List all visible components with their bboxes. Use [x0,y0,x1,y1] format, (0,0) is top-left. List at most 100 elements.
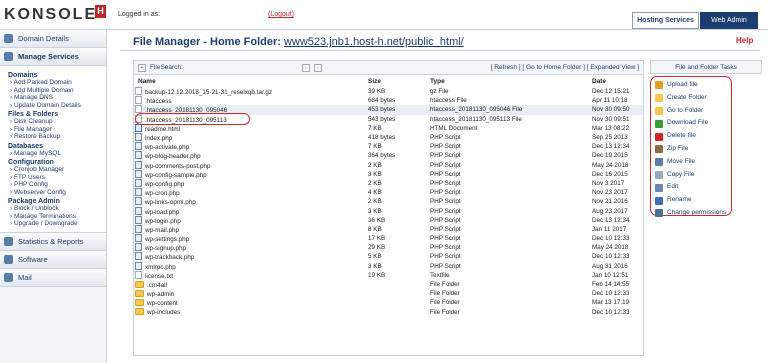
table-row[interactable]: wp-load.php 3 KB PHP Script Aug 23 2017 [134,206,643,216]
sidebar-link[interactable]: Upgrade / Downgrade [8,220,100,228]
table-row[interactable]: wp-comments-post.php 2 KB PHP Script May 24… [134,160,643,170]
task-go-to-folder[interactable]: Go to Folder [655,105,727,118]
sidebar-item-manage-services[interactable]: Manage Services [0,48,106,66]
file-name[interactable]: wp-trackback.php [134,252,364,261]
sidebar-link[interactable]: Block / Unblock [8,205,100,213]
col-type[interactable]: Type [426,75,588,87]
table-row[interactable]: wp-cron.php 4 KB PHP Script Nov 23 2017 [134,188,643,197]
sidebar-link[interactable]: File Manager [8,126,100,134]
logout-link[interactable]: (Logout) [268,11,294,18]
file-name[interactable]: wp-includes [134,308,364,317]
home-folder-link[interactable]: www523.jnb1.host-h.net/public_html/ [284,36,464,48]
file-name[interactable]: wp-activate.php [134,142,364,151]
table-row[interactable]: wp-links-opml.php 2 KB PHP Script Nov 21 20… [134,197,643,206]
file-date: Dec 10 12:33 [592,235,630,243]
task-rename[interactable]: Rename [655,194,727,207]
sidebar-link[interactable]: Add Parked Domain [8,79,100,87]
table-row[interactable]: .cm4all File Folder Feb 14 14:55 [134,280,643,289]
file-name[interactable]: .htaccess [134,96,364,105]
sidebar-link[interactable]: Update Domain Details [8,102,100,110]
file-name[interactable]: xmlrpc.php [134,261,364,271]
table-row[interactable]: wp-settings.php 17 KB PHP Script Dec 10 12:… [134,234,643,243]
tab-hosting-services[interactable]: Hosting Services [632,12,699,29]
file-name[interactable]: wp-admin [134,289,364,298]
table-row[interactable]: wp-includes File Folder Dec 10 12:33 [134,308,643,317]
table-row[interactable]: license.txt 19 KB Textfile Jan 10 12:51 [134,270,643,280]
table-row[interactable]: backup-12.12.2018_15-21-31_reselxqb.tar.… [134,87,643,96]
sidebar-link[interactable]: PHP Config [8,181,100,189]
table-row[interactable]: wp-admin File Folder Dec 10 12:33 [134,289,643,298]
file-name[interactable]: backup-12.12.2018_15-21-31_reselxqb.tar.… [134,87,364,96]
toggle-icon[interactable]: + [138,64,146,72]
task-copy-file[interactable]: Copy File [655,169,727,182]
file-name[interactable]: wp-config-sample.php [134,169,364,179]
file-name[interactable]: index.php [134,133,364,142]
task-download-file[interactable]: Download File [655,117,727,130]
table-row[interactable]: index.php 418 bytes PHP Script Sep 25 2013 [134,133,643,142]
file-name[interactable]: .cm4all [134,280,364,289]
file-name[interactable]: wp-comments-post.php [134,160,364,170]
table-row[interactable]: wp-blog-header.php 364 bytes PHP Script Dec… [134,151,643,160]
col-date[interactable]: Date [588,75,643,87]
file-name[interactable]: wp-login.php [134,215,364,225]
table-row[interactable]: .htaccess 684 bytes htaccess File Apr 11 10… [134,96,643,105]
file-name[interactable]: wp-cron.php [134,188,364,197]
table-row[interactable]: wp-trackback.php 5 KB PHP Script Dec 10 12:… [134,252,643,261]
file-name[interactable]: wp-blog-header.php [134,151,364,160]
file-type: File Folder [430,290,460,298]
file-name[interactable]: readme.html [134,123,364,133]
sidebar-item-mail[interactable]: Mail [0,268,106,287]
sidebar-link[interactable]: FTP Users [8,174,100,182]
col-size[interactable]: Size [364,75,426,87]
sidebar-link[interactable]: Restore Backup [8,133,100,141]
table-row[interactable]: xmlrpc.php 3 KB PHP Script Aug 31 2016 [134,261,643,271]
task-delete-file[interactable]: Delete file [655,130,727,143]
sidebar-link[interactable]: Manage Terminations [8,213,100,221]
table-row[interactable]: wp-config-sample.php 3 KB PHP Script Dec 16… [134,169,643,179]
sidebar-item-domain-details[interactable]: Domain Details [0,30,106,48]
sidebar-link[interactable]: Cronjob Manager [8,166,100,174]
next-icon[interactable]: › [314,64,322,72]
task-change-permissions[interactable]: Change permissions [655,207,727,220]
file-name[interactable]: wp-load.php [134,206,364,216]
help-link[interactable]: Help [736,36,753,45]
task-create-folder[interactable]: Create Folder [655,92,727,105]
sidebar-link[interactable]: Webserver Config [8,189,100,197]
prev-icon[interactable]: ‹ [302,64,310,72]
file-name[interactable]: wp-settings.php [134,234,364,243]
file-size: 7 KB [368,124,382,132]
sidebar-item-statistics-reports[interactable]: Statistics & Reports [0,232,106,251]
task-move-file[interactable]: Move File [655,156,727,169]
file-name[interactable]: wp-content [134,298,364,307]
table-row[interactable]: wp-config.php 2 KB PHP Script Nov 3 2017 [134,178,643,188]
table-row[interactable]: wp-content File Folder Mar 13 17:19 [134,298,643,307]
tab-web-admin[interactable]: Web Admin [700,12,758,29]
file-date: Dec 10 12:33 [592,253,630,261]
file-name[interactable]: wp-links-opml.php [134,197,364,206]
table-row[interactable]: readme.html 7 KB HTML Document Mar 13 08:22 [134,123,643,133]
table-row[interactable]: wp-signup.php 29 KB PHP Script May 24 2018 [134,243,643,252]
sidebar-item-software[interactable]: Software [0,250,106,269]
file-name[interactable]: wp-mail.php [134,224,364,234]
sidebar-link[interactable]: Manage DNS [8,94,100,102]
file-search-label: FileSearch: [150,64,183,71]
file-type: PHP Script [430,235,461,243]
file-name[interactable]: license.txt [134,270,364,280]
toolbar-links[interactable]: [ Refresh ] [ Go to Home Folder ] [ Expa… [491,64,639,71]
file-name[interactable]: wp-signup.php [134,243,364,252]
file-name[interactable]: wp-config.php [134,178,364,188]
task-upload-file[interactable]: Upload file [655,79,727,92]
col-name[interactable]: Name [134,75,364,87]
table-row[interactable]: wp-login.php 36 KB PHP Script Dec 13 12:34 [134,215,643,225]
sidebar-link[interactable]: Disk Cleanup [8,118,100,126]
task-edit[interactable]: Edit [655,181,727,194]
file-date: Nov 30 09:50 [588,105,643,115]
table-row[interactable]: wp-activate.php 7 KB PHP Script Dec 13 12:3… [134,142,643,151]
task-zip-file[interactable]: Zip File [655,143,727,156]
sidebar-link[interactable]: Add Multiple Domain [8,87,100,95]
file-type: htaccess_20181130_095113 File [430,115,522,123]
file-name-text: wp-activate.php [145,144,190,152]
sidebar-link[interactable]: Manage MySQL [8,150,100,158]
file-date: Nov 21 2016 [592,198,628,206]
table-row[interactable]: wp-mail.php 8 KB PHP Script Jan 11 2017 [134,224,643,234]
